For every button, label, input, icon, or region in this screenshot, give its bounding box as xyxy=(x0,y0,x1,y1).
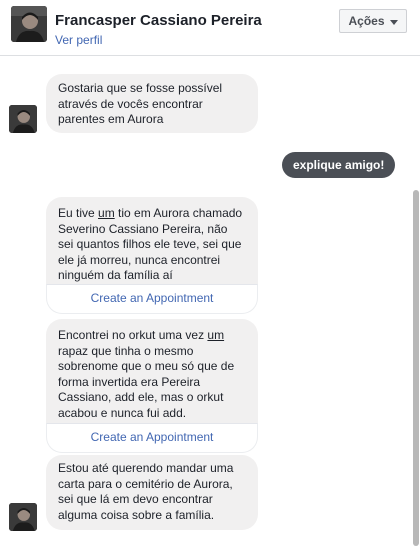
message-bubble-incoming: Gostaria que se fosse possível através d… xyxy=(46,74,258,133)
message-bubble-outgoing: explique amigo! xyxy=(282,152,396,178)
scrollbar[interactable] xyxy=(412,56,420,548)
message-text: Estou até querendo mandar uma carta para… xyxy=(58,461,234,522)
profile-photo-icon xyxy=(9,105,37,133)
create-appointment-button[interactable]: Create an Appointment xyxy=(46,423,258,453)
actions-dropdown-button[interactable]: Ações xyxy=(339,9,407,33)
create-appointment-button[interactable]: Create an Appointment xyxy=(46,284,258,314)
avatar[interactable] xyxy=(9,105,37,133)
message-bubble-incoming: Encontrei no orkut uma vez um rapaz que … xyxy=(46,319,258,453)
profile-photo-icon xyxy=(9,503,37,531)
avatar[interactable] xyxy=(11,6,47,42)
message-text: explique amigo! xyxy=(293,158,385,172)
avatar[interactable] xyxy=(9,503,37,531)
contact-name: Francasper Cassiano Pereira xyxy=(55,12,262,29)
chat-header: Francasper Cassiano Pereira Ver perfil A… xyxy=(0,0,420,56)
chevron-down-icon xyxy=(389,19,398,25)
view-profile-link[interactable]: Ver perfil xyxy=(55,33,102,47)
message-text: Gostaria que se fosse possível através d… xyxy=(58,81,223,127)
actions-label: Ações xyxy=(348,14,385,28)
message-text: Eu tive um tio em Aurora chamado Severin… xyxy=(58,206,243,283)
message-bubble-incoming: Estou até querendo mandar uma carta para… xyxy=(46,455,258,530)
message-bubble-incoming: Eu tive um tio em Aurora chamado Severin… xyxy=(46,197,258,314)
scrollbar-thumb[interactable] xyxy=(413,190,419,546)
profile-photo-icon xyxy=(11,6,47,42)
message-text: Encontrei no orkut uma vez um rapaz que … xyxy=(58,328,235,420)
